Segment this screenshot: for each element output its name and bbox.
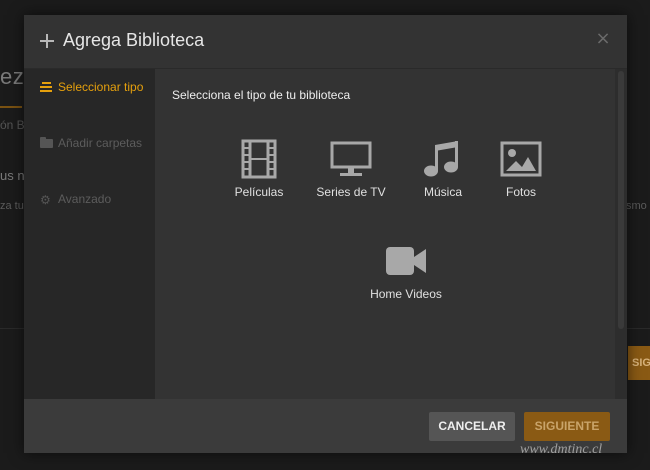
type-option-photos[interactable]: Fotos [491, 139, 551, 199]
plus-icon [40, 34, 54, 48]
background-subheading: ón B [0, 118, 25, 132]
scrollbar-thumb[interactable] [618, 71, 624, 329]
content-scrollbar[interactable] [615, 69, 627, 399]
dialog-sidebar: Seleccionar tipo Añadir carpetas ⚙ Avanza… [24, 69, 155, 399]
dialog-header: Agrega Biblioteca × [24, 15, 627, 69]
content-heading: Selecciona el tipo de tu biblioteca [172, 88, 351, 102]
sidebar-item-label: Añadir carpetas [58, 136, 143, 150]
close-icon[interactable]: × [595, 30, 611, 48]
gear-icon: ⚙ [40, 192, 51, 207]
type-option-music[interactable]: Música [407, 139, 479, 199]
sidebar-item-select-type[interactable]: Seleccionar tipo [40, 77, 150, 97]
sidebar-item-label: Seleccionar tipo [58, 80, 144, 94]
lines-icon [40, 81, 54, 93]
video-camera-icon [386, 247, 426, 275]
background-tab-underline [0, 106, 22, 108]
type-option-label: Series de TV [316, 185, 386, 199]
background-next-button: SIG [628, 346, 650, 380]
watermark: www.dmtinc.cl [520, 442, 603, 457]
dialog-title: Agrega Biblioteca [63, 30, 205, 50]
sidebar-item-label: Avanzado [58, 192, 112, 206]
tv-icon [330, 141, 372, 176]
type-option-label: Home Videos [370, 287, 442, 301]
film-icon [241, 139, 277, 179]
cancel-button[interactable]: CANCELAR [429, 412, 515, 441]
type-option-home-videos[interactable]: Home Videos [361, 241, 451, 301]
music-icon [424, 141, 458, 177]
folder-icon [40, 137, 54, 149]
sidebar-item-add-folders[interactable]: Añadir carpetas [40, 133, 150, 153]
type-option-label: Fotos [505, 185, 536, 199]
background-text-line: us n [0, 168, 25, 183]
type-option-tv-shows[interactable]: Series de TV [309, 139, 393, 199]
type-option-movies[interactable]: Películas [223, 139, 295, 199]
dialog-content: Selecciona el tipo de tu biblioteca Pelí… [155, 69, 627, 399]
sidebar-item-advanced[interactable]: ⚙ Avanzado [40, 189, 150, 210]
next-button[interactable]: SIGUIENTE [524, 412, 610, 441]
background-text-right: smo [626, 200, 647, 212]
photo-icon [500, 141, 542, 177]
type-option-label: Películas [234, 185, 284, 199]
type-option-label: Música [423, 185, 462, 199]
add-library-dialog: Agrega Biblioteca × Seleccionar tipo Aña… [24, 15, 627, 453]
